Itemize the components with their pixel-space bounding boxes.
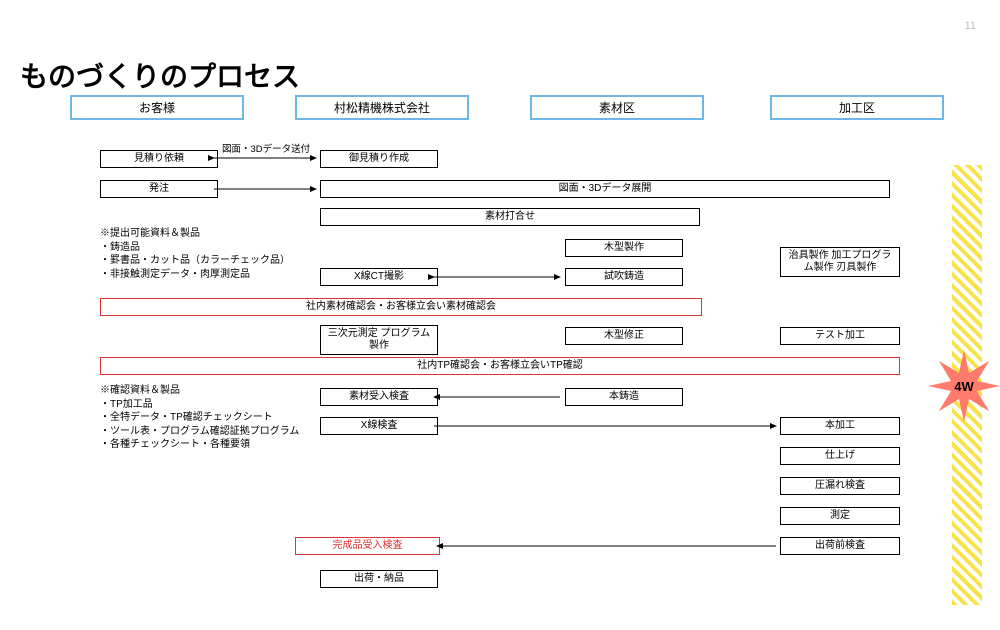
diagram-canvas: 11 ものづくりのプロセス お客様 村松精機株式会社 素材区 加工区 見積り依頼… xyxy=(0,0,1000,630)
lane-company: 村松精機株式会社 xyxy=(295,95,469,120)
lane-customer: お客様 xyxy=(70,95,244,120)
edge-label-send: 図面・3Dデータ送付 xyxy=(222,141,310,155)
box-test-proc: テスト加工 xyxy=(780,327,900,345)
box-wood-make: 木型製作 xyxy=(565,239,683,257)
box-recv-inspect: 素材受入検査 xyxy=(320,388,438,406)
note-deliverables-2: ※確認資料＆製品 ・TP加工品 ・全特データ・TP確認チェックシート ・ツール表… xyxy=(100,384,320,452)
box-ship: 出荷・納品 xyxy=(320,570,438,588)
note-deliverables-1: ※提出可能資料＆製品 ・鋳造品 ・罫書品・カット品（カラーチェック品） ・非接触… xyxy=(100,227,320,281)
milestone-star: 4W xyxy=(928,350,1000,422)
lane-machining: 加工区 xyxy=(770,95,944,120)
box-ct-scan: X線CT撮影 xyxy=(320,268,438,286)
box-leak: 圧漏れ検査 xyxy=(780,477,900,495)
box-material-meeting: 素材打合せ xyxy=(320,208,700,226)
box-data-deploy: 図面・3Dデータ展開 xyxy=(320,180,890,198)
box-xray: X線検査 xyxy=(320,417,438,435)
box-jig-make: 治具製作 加工プログラム製作 刃具製作 xyxy=(780,247,900,277)
box-estimate-make: 御見積り作成 xyxy=(320,150,438,168)
page-title: ものづくりのプロセス xyxy=(20,55,300,95)
box-tp-review: 社内TP確認会・お客様立会いTP確認 xyxy=(100,357,900,375)
box-measure: 測定 xyxy=(780,507,900,525)
box-main-cast: 本鋳造 xyxy=(565,388,683,406)
box-finish: 仕上げ xyxy=(780,447,900,465)
box-pre-ship: 出荷前検査 xyxy=(780,537,900,555)
box-estimate-request: 見積り依頼 xyxy=(100,150,218,168)
page-number: 11 xyxy=(965,20,976,32)
lane-material: 素材区 xyxy=(530,95,704,120)
box-wood-fix: 木型修正 xyxy=(565,327,683,345)
box-order: 発注 xyxy=(100,180,218,198)
box-main-proc: 本加工 xyxy=(780,417,900,435)
box-3d-measure: 三次元測定 プログラム製作 xyxy=(320,325,438,355)
box-final-inspect: 完成品受入検査 xyxy=(295,537,440,555)
box-trial-cast: 試吹鋳造 xyxy=(565,268,683,286)
box-material-review: 社内素材確認会・お客様立会い素材確認会 xyxy=(100,298,702,316)
